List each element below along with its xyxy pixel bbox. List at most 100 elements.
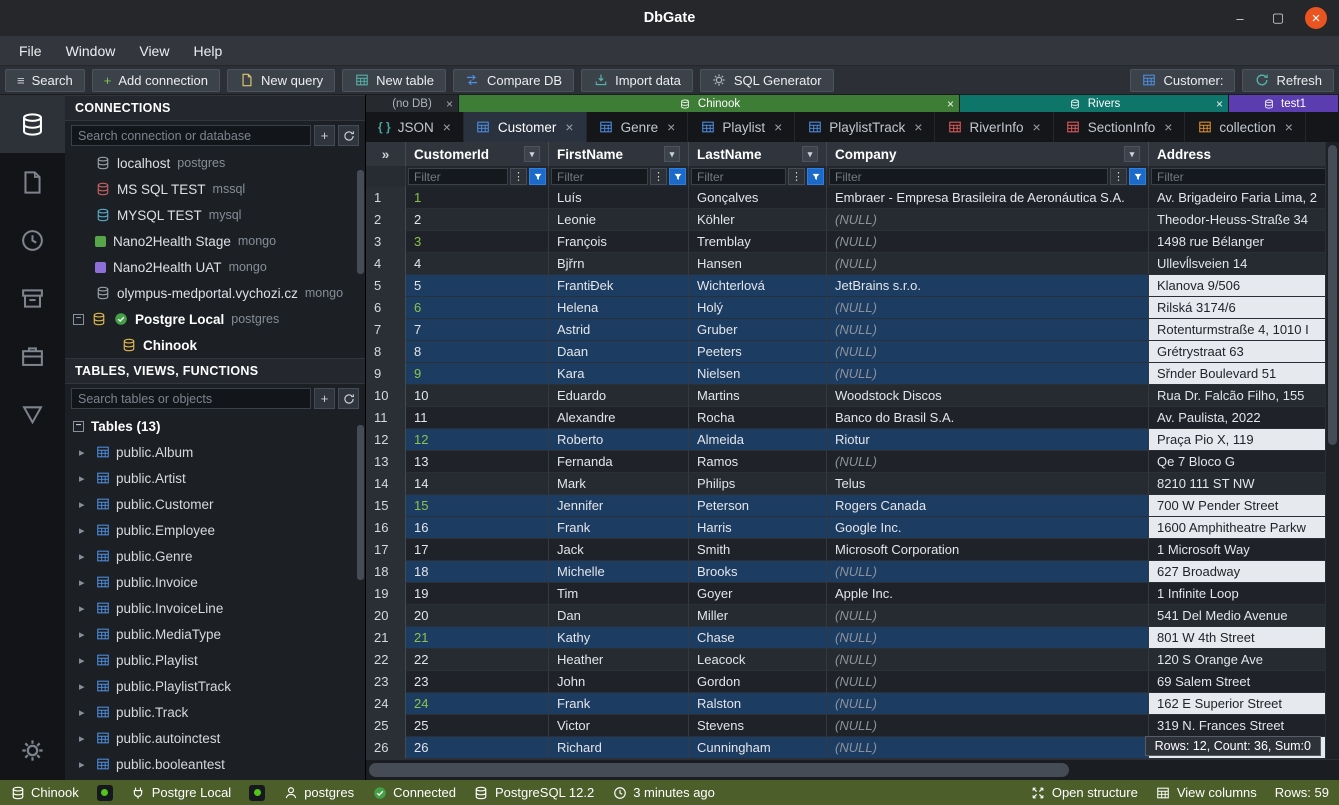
tab-playlist[interactable]: Playlist× [688,112,795,142]
close-tab-icon[interactable]: × [947,97,954,111]
toolbar-import-data[interactable]: Import data [581,69,693,92]
table-item-public-playlist[interactable]: ▸public.Playlist [65,647,365,673]
status-view-columns[interactable]: View columns [1156,785,1257,800]
filter-funnel-button[interactable] [807,168,824,185]
grid-cell[interactable]: 17 [406,539,549,561]
table-row[interactable]: 99KaraNielsen(NULL)Sřnder Boulevard 51 [366,363,1339,385]
grid-cell[interactable]: (NULL) [827,297,1149,319]
grid-cell[interactable]: Heather [549,649,689,671]
toolbar-customer[interactable]: Customer: [1130,69,1236,92]
tables-group[interactable]: − Tables (13) [65,413,365,439]
grid-cell[interactable]: Nielsen [689,363,827,385]
grid-cell[interactable]: (NULL) [827,209,1149,231]
grid-cell[interactable]: Wichterlová [689,275,827,297]
grid-cell[interactable]: Stevens [689,715,827,737]
grid-cell[interactable]: 18 [406,561,549,583]
grid-cell[interactable]: Rotenturmstraße 4, 1010 I [1149,319,1339,341]
connection-search-input[interactable] [71,125,311,146]
grid-cell[interactable]: Martins [689,385,827,407]
tab-riverinfo[interactable]: RiverInfo× [935,112,1053,142]
grid-cell[interactable]: 20 [406,605,549,627]
grid-cell[interactable]: Ralston [689,693,827,715]
connection-localhost[interactable]: localhostpostgres [65,150,365,176]
grid-cell[interactable]: Gordon [689,671,827,693]
table-item-public-playlisttrack[interactable]: ▸public.PlaylistTrack [65,673,365,699]
grid-cell[interactable]: (NULL) [827,319,1149,341]
grid-cell[interactable]: (NULL) [827,561,1149,583]
grid-cell[interactable]: (NULL) [827,649,1149,671]
grid-cell[interactable]: 162 E Superior Street [1149,693,1339,715]
row-number[interactable]: 6 [366,297,406,319]
activity-clock-button[interactable] [0,211,65,269]
filter-input-customerid[interactable] [408,168,508,185]
toolbar-refresh[interactable]: Refresh [1242,69,1334,92]
chevron-right-icon[interactable]: ▸ [79,706,89,719]
table-row[interactable]: 2323JohnGordon(NULL)69 Salem Street [366,671,1339,693]
grid-cell[interactable]: Chase [689,627,827,649]
grid-cell[interactable]: Rilská 3174/6 [1149,297,1339,319]
close-tab-icon[interactable]: × [667,119,675,135]
grid-cell[interactable]: 801 W 4th Street [1149,627,1339,649]
table-row[interactable]: 22LeonieKöhler(NULL)Theodor-Heuss-Straße… [366,209,1339,231]
chevron-right-icon[interactable]: ▸ [79,576,89,589]
chevron-right-icon[interactable]: ▸ [79,732,89,745]
filter-funnel-button[interactable] [529,168,546,185]
grid-cell[interactable]: Jennifer [549,495,689,517]
filter-menu-button[interactable]: ⋮ [788,168,805,185]
grid-cell[interactable]: Embraer - Empresa Brasileira de Aeronáut… [827,187,1149,209]
chevron-right-icon[interactable]: ▸ [79,550,89,563]
grid-cell[interactable]: Frank [549,693,689,715]
toolbar-new-table[interactable]: New table [342,69,446,92]
row-number[interactable]: 18 [366,561,406,583]
menu-view[interactable]: View [128,39,180,63]
grid-cell[interactable]: Rocha [689,407,827,429]
grid-cell[interactable]: Ullevĺlsveien 14 [1149,253,1339,275]
table-item-public-mediatype[interactable]: ▸public.MediaType [65,621,365,647]
grid-cell[interactable]: Google Inc. [827,517,1149,539]
db-tab-rivers[interactable]: Rivers× [960,95,1228,112]
close-tab-icon[interactable]: × [774,119,782,135]
connection-nano2health-stage[interactable]: Nano2Health Stagemongo [65,228,365,254]
grid-cell[interactable]: Tim [549,583,689,605]
table-item-public-autoinctest[interactable]: ▸public.autoinctest [65,725,365,751]
toolbar-search[interactable]: ≡Search [5,69,85,92]
chevron-right-icon[interactable]: ▸ [79,628,89,641]
grid-cell[interactable]: 12 [406,429,549,451]
collapse-icon[interactable]: − [73,314,84,325]
table-row[interactable]: 2222HeatherLeacock(NULL)120 S Orange Ave [366,649,1339,671]
grid-cell[interactable]: Peterson [689,495,827,517]
table-row[interactable]: 55FrantiĐekWichterlováJetBrains s.r.o.Kl… [366,275,1339,297]
grid-cell[interactable]: Apple Inc. [827,583,1149,605]
activity-file-button[interactable] [0,153,65,211]
menu-help[interactable]: Help [182,39,233,63]
tab-sectioninfo[interactable]: SectionInfo× [1054,112,1186,142]
horizontal-scrollbar-thumb[interactable] [369,763,1069,777]
maximize-button[interactable]: ▢ [1267,7,1289,29]
table-item-public-album[interactable]: ▸public.Album [65,439,365,465]
row-number[interactable]: 23 [366,671,406,693]
grid-cell[interactable]: 3 [406,231,549,253]
connection-mysql-test[interactable]: MYSQL TESTmysql [65,202,365,228]
table-item-public-invoice[interactable]: ▸public.Invoice [65,569,365,595]
grid-cell[interactable]: Riotur [827,429,1149,451]
grid-cell[interactable]: Leonie [549,209,689,231]
grid-cell[interactable]: Microsoft Corporation [827,539,1149,561]
chevron-right-icon[interactable]: ▸ [79,758,89,771]
column-header-lastname[interactable]: LastName▾ [689,142,827,166]
table-row[interactable]: 1313FernandaRamos(NULL)Qe 7 Bloco G [366,451,1339,473]
row-number[interactable]: 3 [366,231,406,253]
table-item-public-customer[interactable]: ▸public.Customer [65,491,365,517]
grid-corner[interactable]: » [366,142,406,166]
grid-cell[interactable]: Jack [549,539,689,561]
vertical-scrollbar[interactable] [1325,142,1339,759]
connections-scrollbar[interactable] [357,170,364,274]
status-open-structure[interactable]: Open structure [1031,785,1138,800]
horizontal-scrollbar[interactable] [366,759,1339,780]
connection-olympus-medportal-vychozi-cz[interactable]: olympus-medportal.vychozi.czmongo [65,280,365,306]
grid-cell[interactable]: 627 Broadway [1149,561,1339,583]
grid-cell[interactable]: (NULL) [827,451,1149,473]
grid-cell[interactable]: 26 [406,737,549,759]
grid-cell[interactable]: 5 [406,275,549,297]
close-tab-icon[interactable]: × [1164,119,1172,135]
close-tab-icon[interactable]: × [1033,119,1041,135]
